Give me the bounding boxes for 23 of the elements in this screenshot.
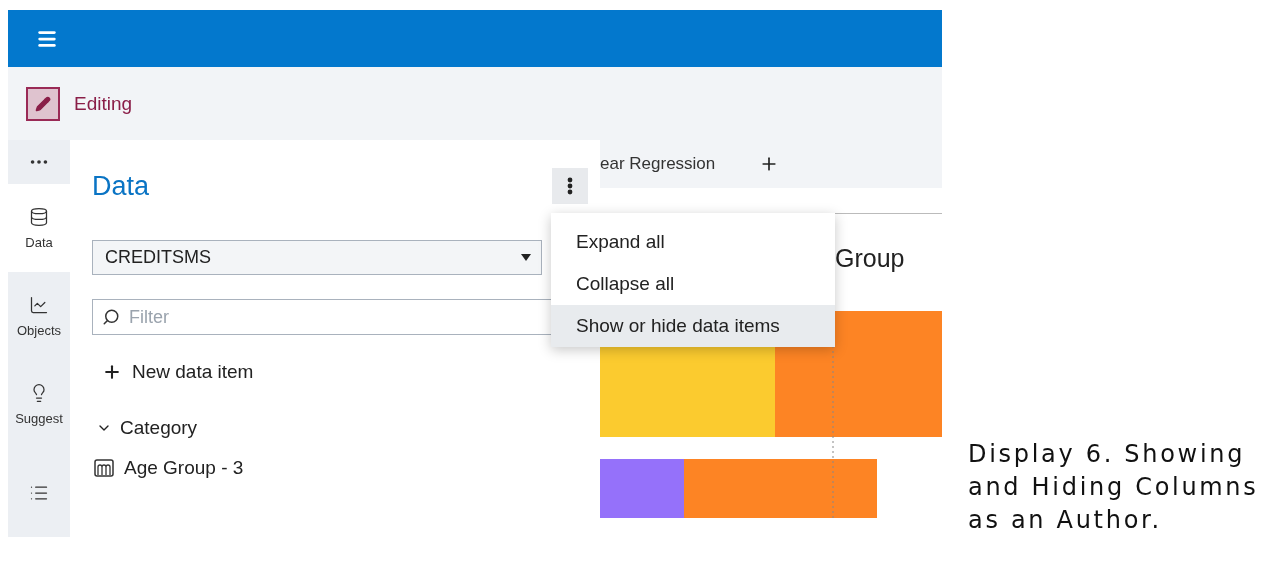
rail-tab[interactable]: Objects <box>8 272 70 361</box>
more-options-button[interactable] <box>552 168 588 204</box>
rail-tab[interactable]: Data <box>8 184 70 273</box>
mode-label: Editing <box>74 92 133 115</box>
line-chart-icon <box>29 294 49 315</box>
menu-item[interactable]: Show or hide data items <box>551 305 835 347</box>
kebab-icon <box>567 177 573 195</box>
menu-item[interactable]: Collapse all <box>551 263 835 305</box>
report-tab[interactable]: ear Regression <box>600 154 716 174</box>
plus-icon <box>102 362 122 382</box>
caption: Display 6. Showing and Hiding Columns as an Author. <box>968 439 1260 536</box>
search-icon <box>102 308 120 326</box>
rail-tab[interactable]: Suggest <box>8 360 70 449</box>
chart-title: Group <box>835 244 906 273</box>
category-icon <box>94 459 114 477</box>
data-source-dropdown[interactable]: CREDITSMS <box>92 240 542 275</box>
menu-item[interactable]: Expand all <box>551 221 835 263</box>
panel-title: Data <box>92 170 150 202</box>
database-icon <box>29 206 49 227</box>
pencil-icon[interactable] <box>26 86 60 121</box>
category-toggle[interactable]: Category <box>92 417 198 439</box>
new-data-item-button[interactable]: New data item <box>92 361 254 383</box>
data-item[interactable]: Age Group - 3 <box>124 457 244 479</box>
